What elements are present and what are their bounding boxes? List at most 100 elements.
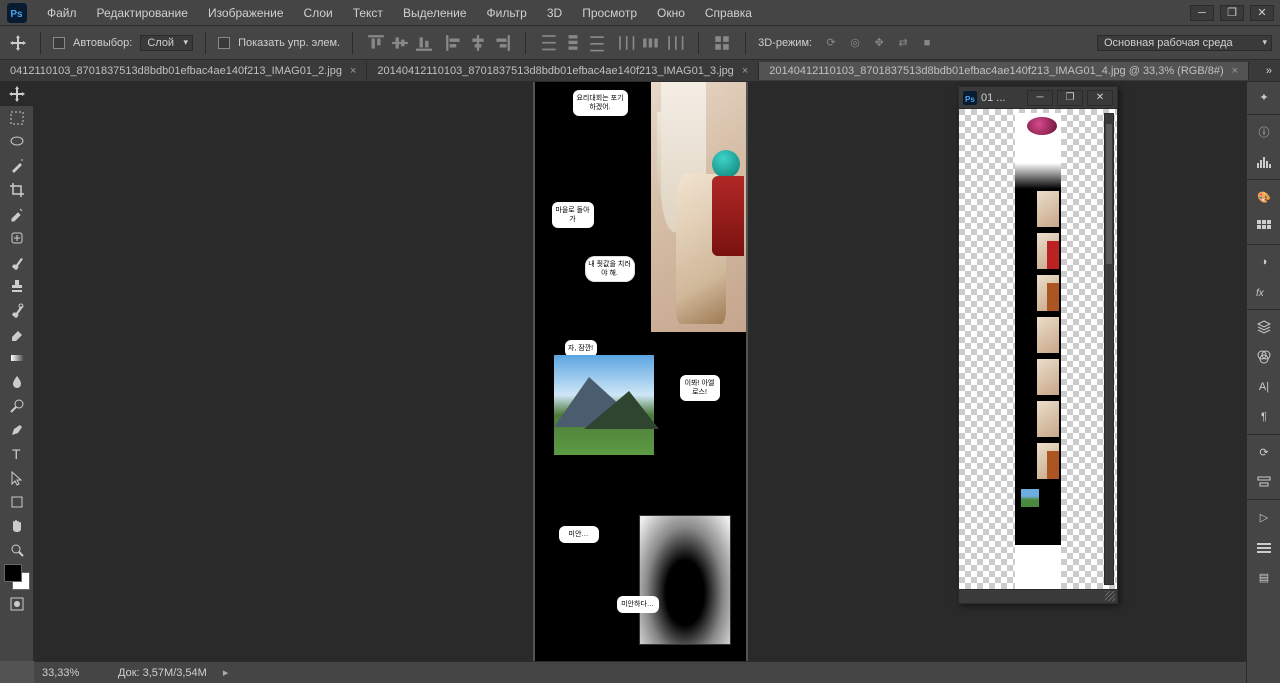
autoselect-checkbox[interactable]	[53, 37, 65, 49]
paragraph-panel-icon[interactable]: ¶	[1247, 402, 1280, 432]
auto-align-icon[interactable]	[711, 32, 733, 54]
tab-close-icon[interactable]: ×	[350, 65, 356, 77]
3d-scale-icon[interactable]: ■	[916, 32, 938, 54]
shape-tool[interactable]	[0, 490, 34, 514]
color-panel-icon[interactable]: 🎨	[1247, 182, 1280, 212]
wand-tool[interactable]	[0, 154, 34, 178]
paths-panel-icon[interactable]: A|	[1247, 372, 1280, 402]
distribute-bottom-icon[interactable]	[586, 32, 608, 54]
align-vcenter-icon[interactable]	[389, 32, 411, 54]
brush-tool[interactable]	[0, 250, 34, 274]
scrollbar-thumb[interactable]	[1106, 124, 1112, 264]
eyedropper-tool[interactable]	[0, 202, 34, 226]
menu-window[interactable]: Окно	[648, 3, 694, 23]
color-swatches[interactable]	[0, 562, 34, 592]
right-panel-icons: ✦ ⓘ 🎨 ◑ fx A| ¶ ⟳ ▷ ▤	[1246, 82, 1280, 683]
menu-select[interactable]: Выделение	[394, 3, 476, 23]
panel-maximize-button[interactable]: ❐	[1057, 90, 1083, 106]
play-panel-icon[interactable]: ▷	[1247, 502, 1280, 532]
channels-panel-icon[interactable]	[1247, 342, 1280, 372]
healing-tool[interactable]	[0, 226, 34, 250]
status-zoom[interactable]: 33,33%	[42, 667, 102, 679]
lasso-tool[interactable]	[0, 130, 34, 154]
ps-small-icon: Ps	[963, 91, 977, 105]
divider	[745, 32, 746, 54]
align-top-icon[interactable]	[365, 32, 387, 54]
dodge-tool[interactable]	[0, 394, 34, 418]
path-selection-tool[interactable]	[0, 466, 34, 490]
styles-panel-icon[interactable]: fx	[1247, 277, 1280, 307]
minimize-button[interactable]: ─	[1190, 5, 1214, 21]
3d-pan-icon[interactable]: ✥	[868, 32, 890, 54]
maximize-button[interactable]: ❐	[1220, 5, 1244, 21]
align-right-icon[interactable]	[491, 32, 513, 54]
pen-tool[interactable]	[0, 418, 34, 442]
eraser-tool[interactable]	[0, 322, 34, 346]
document-tab[interactable]: 20140412110103_8701837513d8bdb01efbac4ae…	[759, 62, 1249, 80]
distribute-hcenter-icon[interactable]	[640, 32, 662, 54]
menu-help[interactable]: Справка	[696, 3, 761, 23]
blur-tool[interactable]	[0, 370, 34, 394]
align-hcenter-icon[interactable]	[467, 32, 489, 54]
panel-minimize-button[interactable]: ─	[1027, 90, 1053, 106]
histogram-icon[interactable]: ✦	[1247, 82, 1280, 112]
nav-thumb-cell	[1015, 441, 1061, 483]
menu-layers[interactable]: Слои	[295, 3, 342, 23]
document-tab[interactable]: 0412110103_8701837513d8bdb01efbac4ae140f…	[0, 62, 367, 80]
stamp-tool[interactable]	[0, 274, 34, 298]
navigator-thumbnail[interactable]	[1015, 113, 1061, 589]
show-transform-checkbox[interactable]	[218, 37, 230, 49]
zoom-tool[interactable]	[0, 538, 34, 562]
menu-view[interactable]: Просмотр	[573, 3, 646, 23]
timeline-panel-icon[interactable]	[1247, 532, 1280, 562]
crop-tool[interactable]	[0, 178, 34, 202]
document-tab[interactable]: 20140412110103_8701837513d8bdb01efbac4ae…	[367, 62, 759, 80]
status-menu-icon[interactable]: ▸	[223, 666, 229, 679]
quick-mask-tool[interactable]	[0, 592, 34, 616]
comic-panel-2: 자, 잠깐! 이봐! 아엘로스!	[535, 340, 746, 510]
3d-orbit-icon[interactable]: ⟳	[820, 32, 842, 54]
close-button[interactable]: ✕	[1250, 5, 1274, 21]
distribute-top-icon[interactable]	[538, 32, 560, 54]
navigator-scrollbar[interactable]	[1104, 113, 1114, 585]
navigator-titlebar[interactable]: Ps 01 ... ─ ❐ ✕	[959, 87, 1117, 109]
tab-overflow-icon[interactable]: »	[1258, 65, 1280, 77]
distribute-left-icon[interactable]	[616, 32, 638, 54]
distribute-vcenter-icon[interactable]	[562, 32, 584, 54]
options-bar: Автовыбор: Слой Показать упр. элем. 3D-р…	[0, 26, 1280, 60]
presets-panel-icon[interactable]	[1247, 467, 1280, 497]
move-tool[interactable]	[0, 82, 34, 106]
menu-image[interactable]: Изображение	[199, 3, 293, 23]
autoselect-dropdown[interactable]: Слой	[140, 35, 193, 51]
histogram-panel-icon[interactable]	[1247, 147, 1280, 177]
menu-file[interactable]: Файл	[38, 3, 86, 23]
align-bottom-icon[interactable]	[413, 32, 435, 54]
align-left-icon[interactable]	[443, 32, 465, 54]
navigator-footer	[959, 589, 1117, 603]
speech-bubble: 이봐! 아엘로스!	[680, 375, 720, 401]
workspace-switcher[interactable]: Основная рабочая среда	[1097, 35, 1272, 51]
history-brush-tool[interactable]	[0, 298, 34, 322]
menu-3d[interactable]: 3D	[538, 3, 571, 23]
gradient-tool[interactable]	[0, 346, 34, 370]
marquee-tool[interactable]	[0, 106, 34, 130]
menu-filter[interactable]: Фильтр	[478, 3, 536, 23]
resize-grip[interactable]	[1105, 591, 1115, 601]
distribute-right-icon[interactable]	[664, 32, 686, 54]
layers-panel-icon[interactable]	[1247, 312, 1280, 342]
3d-roll-icon[interactable]: ◎	[844, 32, 866, 54]
notes-panel-icon[interactable]: ▤	[1247, 562, 1280, 592]
navigator-panel[interactable]: Ps 01 ... ─ ❐ ✕	[958, 86, 1118, 604]
actions-panel-icon[interactable]: ⟳	[1247, 437, 1280, 467]
panel-close-button[interactable]: ✕	[1087, 90, 1113, 106]
type-tool[interactable]: T	[0, 442, 34, 466]
info-icon[interactable]: ⓘ	[1247, 117, 1280, 147]
tab-close-icon[interactable]: ×	[742, 65, 748, 77]
3d-slide-icon[interactable]: ⇄	[892, 32, 914, 54]
swatches-panel-icon[interactable]	[1247, 212, 1280, 242]
tab-close-icon[interactable]: ×	[1232, 65, 1238, 77]
hand-tool[interactable]	[0, 514, 34, 538]
menu-edit[interactable]: Редактирование	[88, 3, 197, 23]
adjustments-panel-icon[interactable]: ◑	[1247, 247, 1280, 277]
menu-text[interactable]: Текст	[344, 3, 392, 23]
